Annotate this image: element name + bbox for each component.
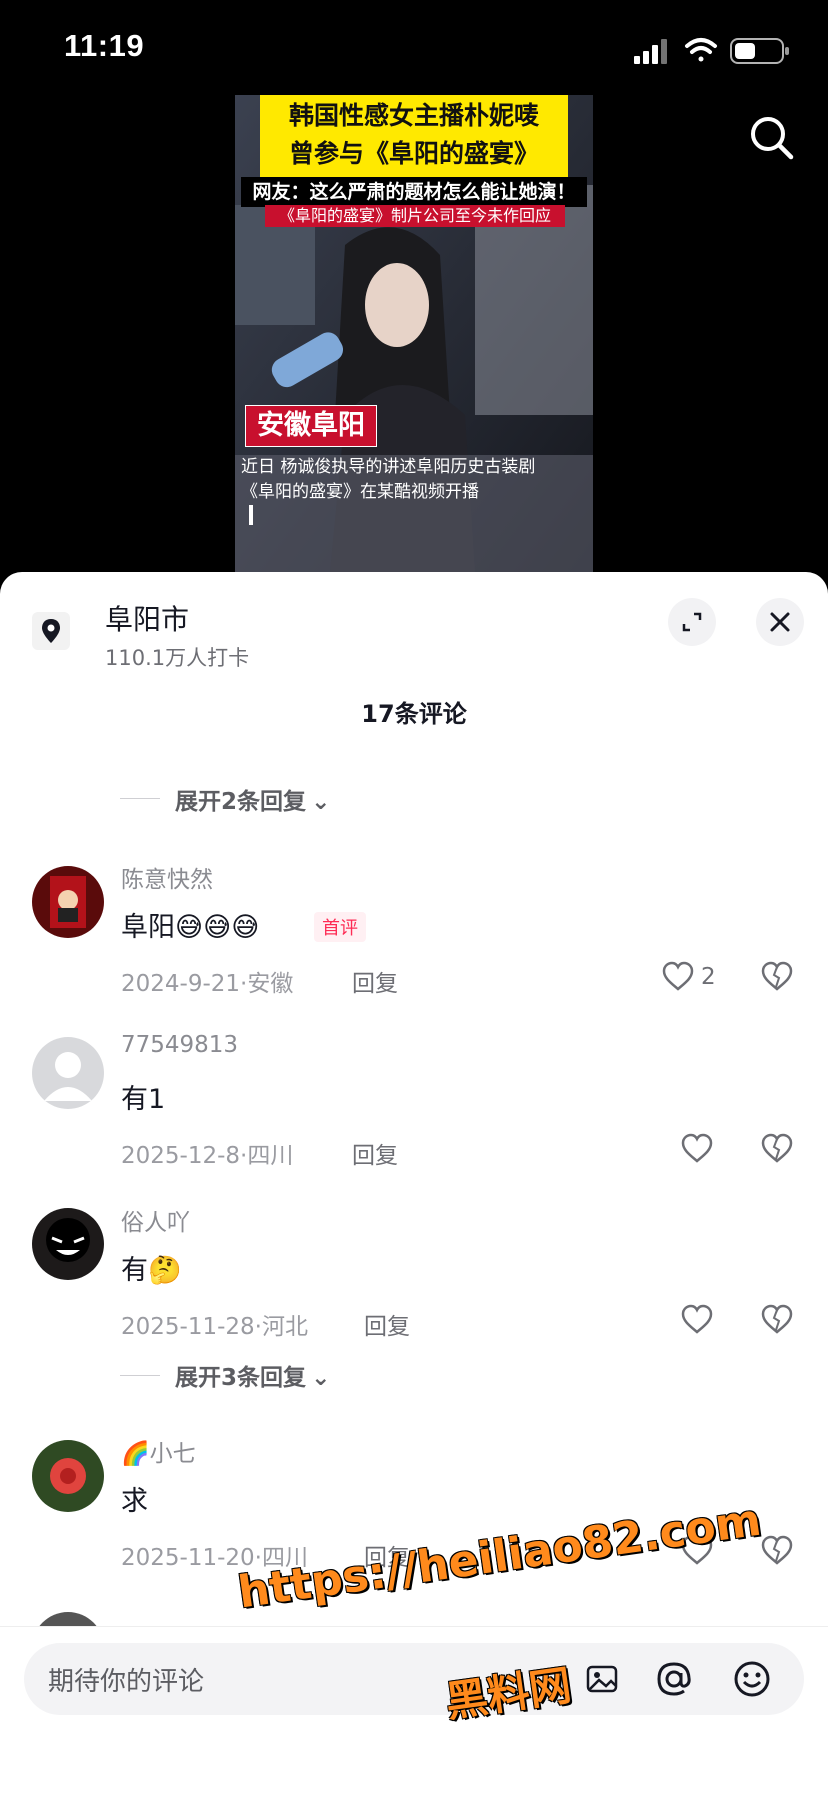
close-icon [770, 612, 790, 632]
video-subtitle-1: 网友：这么严肃的题材怎么能让她演！ [241, 177, 587, 207]
comment-meta: 2025-12-8·四川 [121, 1143, 294, 1169]
expand-replies-top[interactable]: 展开2条回复 ⌄ [175, 782, 330, 816]
chevron-down-icon: ⌄ [311, 789, 331, 815]
scroll-fade [0, 742, 828, 754]
caption-cursor [249, 505, 253, 525]
comment-text: 阜阳😅😅😅 [121, 912, 260, 943]
status-icons [634, 38, 789, 64]
video-location-tag: 安徽阜阳 [245, 405, 377, 447]
like-icon[interactable] [661, 960, 695, 994]
comment-username[interactable]: 77549813 [121, 1032, 238, 1058]
avatar[interactable] [32, 866, 104, 938]
like-icon[interactable] [680, 1303, 714, 1337]
close-button[interactable] [756, 598, 804, 646]
comment-text: 有🤔 [121, 1255, 182, 1286]
search-icon[interactable] [748, 114, 796, 162]
status-time: 11:19 [64, 28, 145, 63]
location-checkins: 110.1万人打卡 [105, 646, 250, 670]
expand-divider [120, 798, 160, 799]
comment-meta: 2025-11-28·河北 [121, 1314, 308, 1340]
video-headline: 韩国性感女主播朴妮唛 曾参与《阜阳的盛宴》 [260, 95, 568, 177]
signal-icon [634, 39, 667, 64]
reply-button[interactable]: 回复 [364, 1307, 410, 1341]
dislike-icon[interactable] [760, 1303, 794, 1337]
comment-count: 17条评论 [361, 700, 467, 728]
like-count: 2 [701, 964, 716, 990]
emoji-icon[interactable] [732, 1659, 772, 1699]
comment-input-placeholder: 期待你的评论 [48, 1667, 205, 1697]
battery-icon [730, 38, 789, 64]
expand-replies-mid[interactable]: 展开3条回复 ⌄ [175, 1358, 330, 1392]
reply-button[interactable]: 回复 [352, 1136, 398, 1170]
location-pin-icon [32, 612, 70, 650]
dislike-icon[interactable] [760, 1534, 794, 1568]
reply-button[interactable]: 回复 [352, 964, 398, 998]
avatar[interactable] [32, 1037, 104, 1109]
comment-sheet: 阜阳市 110.1万人打卡 17条评论 展开2条回复 ⌄ 陈意快然 阜阳😅😅😅 … [0, 572, 828, 1792]
comment-username[interactable]: 陈意快然 [121, 860, 213, 894]
video-caption: 近日 杨诚俊执导的讲述阜阳历史古装剧 《阜阳的盛宴》在某酷视频开播 [241, 457, 536, 502]
location-title[interactable]: 阜阳市 [105, 598, 189, 638]
comment-text: 有1 [121, 1084, 166, 1115]
first-comment-badge: 首评 [314, 912, 366, 942]
comment-username[interactable]: 🌈小七 [121, 1434, 196, 1468]
expand-button[interactable] [668, 598, 716, 646]
image-icon[interactable] [584, 1661, 620, 1697]
comment-input[interactable]: 期待你的评论 [24, 1643, 804, 1715]
at-mention-icon[interactable] [654, 1659, 694, 1699]
comment-username[interactable]: 俗人吖 [121, 1203, 190, 1237]
dislike-icon[interactable] [760, 960, 794, 994]
chevron-down-icon: ⌄ [311, 1365, 331, 1391]
like-icon[interactable] [680, 1132, 714, 1166]
video-subtitle-2: 《阜阳的盛宴》制片公司至今未作回应 [265, 205, 565, 227]
comment-input-bar: 期待你的评论 [0, 1626, 828, 1793]
wifi-icon [685, 38, 717, 62]
video-player[interactable]: 韩国性感女主播朴妮唛 曾参与《阜阳的盛宴》 网友：这么严肃的题材怎么能让她演！ … [235, 95, 593, 572]
comment-meta: 2024-9-21·安徽 [121, 971, 294, 997]
avatar[interactable] [32, 1208, 104, 1280]
dislike-icon[interactable] [760, 1132, 794, 1166]
comment-text: 求 [121, 1486, 148, 1517]
avatar[interactable] [32, 1440, 104, 1512]
expand-divider [120, 1375, 160, 1376]
expand-icon [682, 612, 702, 632]
